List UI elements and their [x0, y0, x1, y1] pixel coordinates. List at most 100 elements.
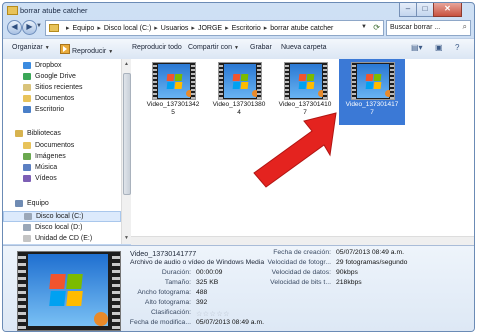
crumb-equipo[interactable]: Equipo	[73, 25, 95, 32]
minimize-button[interactable]: –	[399, 3, 417, 17]
nav-item-label: Unidad de CD (E:)	[35, 235, 93, 242]
crumb-escritorio[interactable]: Escritorio	[232, 25, 261, 32]
horizontal-scrollbar[interactable]	[131, 236, 474, 245]
created-value: 05/07/2013 08:49 a.m.	[336, 249, 405, 256]
explorer-window: borrar atube catcher – □ ✕ ◀ ▶ ▼ ▸ Equipo…	[2, 2, 475, 332]
search-icon[interactable]: ⌕	[463, 22, 467, 32]
view-options-icon[interactable]: ▤▾	[411, 43, 423, 54]
nav-item-cd-drive[interactable]: Unidad de CD (E:)	[3, 234, 119, 244]
documents-icon	[23, 142, 31, 149]
videos-icon	[23, 175, 31, 182]
details-file-type: Archivo de audio o vídeo de Windows Medi…	[130, 259, 265, 266]
scrollbar-thumb[interactable]	[123, 73, 131, 195]
nav-header-label: Equipo	[27, 200, 49, 207]
navigation-pane: Dropbox Google Drive Sitios recientes Do…	[3, 59, 122, 244]
duration-value: 00:00:09	[196, 269, 223, 276]
nav-item-label: Imágenes	[35, 153, 66, 160]
folder-icon	[23, 95, 31, 102]
breadcrumb: ▸ Equipo ▸ Disco local (C:) ▸ Usuarios ▸ JORGE ▸…	[66, 25, 334, 32]
hard-drive-icon	[24, 213, 32, 220]
nav-item-label: Disco local (D:)	[35, 224, 83, 231]
crumb-jorge[interactable]: JORGE	[198, 25, 222, 32]
libraries-icon	[15, 130, 23, 137]
maximize-button[interactable]: □	[416, 3, 434, 17]
back-button[interactable]: ◀	[7, 20, 22, 35]
nav-scrollbar[interactable]: ▲ ▼	[121, 59, 131, 244]
nav-item-drive-c[interactable]: Disco local (C:)	[3, 211, 121, 222]
nav-item-label: Documentos	[35, 142, 75, 149]
scroll-up-icon[interactable]: ▲	[123, 61, 130, 69]
share-button[interactable]: Compartir con ▼	[188, 44, 239, 51]
nav-item-label: Dropbox	[35, 62, 62, 69]
nav-item-label: Sitios recientes	[35, 84, 83, 91]
nav-item-lib-music[interactable]: Música	[3, 163, 119, 174]
crumb-current-folder[interactable]: borrar atube catcher	[270, 25, 333, 32]
desktop-icon	[23, 106, 31, 113]
preview-pane-icon[interactable]: ▣	[435, 43, 443, 54]
nav-item-desktop[interactable]: Escritorio	[3, 105, 119, 116]
video-thumbnail	[218, 62, 262, 100]
details-pane: Video_13730141777 Archivo de audio o víd…	[3, 245, 474, 331]
organize-button[interactable]: Organizar ▼	[12, 44, 50, 51]
nav-item-label: Google Drive	[35, 73, 76, 80]
duration-label: Duración:	[161, 269, 191, 276]
height-value: 392	[196, 299, 208, 306]
play-overlay-icon	[94, 312, 108, 326]
play-icon	[60, 44, 70, 54]
nav-item-google-drive[interactable]: Google Drive	[3, 72, 119, 83]
nav-libraries[interactable]: Bibliotecas	[3, 129, 119, 140]
rating-stars[interactable]: ☆☆☆☆☆	[196, 310, 230, 318]
recent-pages-dropdown[interactable]: ▼	[36, 23, 42, 29]
folder-icon	[7, 6, 18, 15]
nav-item-lib-pictures[interactable]: Imágenes	[3, 152, 119, 163]
share-label: Compartir con	[188, 44, 232, 51]
nav-computer[interactable]: Equipo	[3, 199, 119, 210]
new-folder-button[interactable]: Nueva carpeta	[281, 44, 327, 51]
nav-item-label: Escritorio	[35, 106, 65, 113]
nav-item-drive-d[interactable]: Disco local (D:)	[3, 223, 119, 234]
preview-thumbnail	[17, 251, 121, 331]
close-button[interactable]: ✕	[433, 3, 462, 17]
recent-places-icon	[23, 84, 31, 91]
play-label: Reproducir	[72, 48, 107, 55]
nav-item-lib-documents[interactable]: Documentos	[3, 141, 119, 152]
hard-drive-icon	[23, 224, 31, 231]
burn-button[interactable]: Grabar	[250, 44, 272, 51]
address-row: ◀ ▶ ▼ ▸ Equipo ▸ Disco local (C:) ▸ Usuarios ▸…	[3, 17, 474, 37]
nav-header-label: Bibliotecas	[27, 130, 61, 137]
video-thumbnail	[152, 62, 196, 100]
nav-item-recent-places[interactable]: Sitios recientes	[3, 83, 119, 94]
datarate-value: 90kbps	[336, 269, 358, 276]
file-item[interactable]: Video_137301342 5	[140, 59, 206, 125]
help-icon[interactable]: ?	[455, 43, 459, 54]
crumb-disco-c[interactable]: Disco local (C:)	[104, 25, 151, 32]
size-value: 325 KB	[196, 279, 219, 286]
nav-item-documents[interactable]: Documentos	[3, 94, 119, 105]
details-file-name: Video_13730141777	[130, 249, 197, 258]
file-name: Video_137301417 7	[345, 101, 399, 116]
search-input[interactable]: Buscar borrar ... ⌕	[386, 20, 471, 36]
play-all-button[interactable]: Reproducir todo	[132, 44, 182, 51]
framerate-label: Velocidad de fotogr...	[267, 259, 332, 266]
rating-label: Clasificación:	[150, 309, 191, 316]
video-thumbnail	[284, 62, 328, 100]
folder-icon	[49, 24, 59, 32]
width-value: 488	[196, 289, 208, 296]
refresh-icon[interactable]: ⟳	[373, 23, 380, 32]
forward-button[interactable]: ▶	[22, 20, 37, 35]
video-thumbnail	[351, 62, 395, 100]
modified-label: Fecha de modifica...	[129, 319, 191, 326]
nav-item-label: Documentos	[35, 95, 75, 102]
nav-item-lib-videos[interactable]: Vídeos	[3, 174, 119, 185]
bitrate-label: Velocidad de bits t...	[270, 279, 331, 286]
crumb-usuarios[interactable]: Usuarios	[161, 25, 189, 32]
chevron-down-icon: ▼	[233, 45, 239, 51]
play-overlay-icon	[252, 90, 259, 97]
file-item-selected[interactable]: Video_137301417 7	[339, 59, 405, 125]
play-button[interactable]: Reproducir ▼	[60, 44, 113, 55]
address-bar[interactable]: ▸ Equipo ▸ Disco local (C:) ▸ Usuarios ▸ JORGE ▸…	[45, 20, 384, 36]
scroll-down-icon[interactable]: ▼	[123, 235, 130, 243]
chevron-down-icon[interactable]: ▼	[361, 24, 367, 30]
framerate-value: 29 fotogramas/segundo	[336, 259, 408, 266]
nav-item-dropbox[interactable]: Dropbox	[3, 61, 119, 72]
